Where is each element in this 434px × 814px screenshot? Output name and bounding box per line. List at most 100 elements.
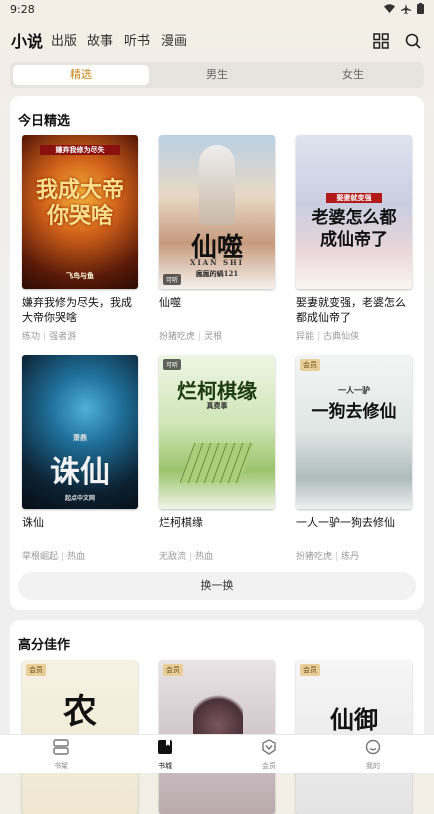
bookshelf-icon: [53, 739, 69, 755]
book-item[interactable]: 仙噬 XIAN SHI 瘋瘋的蝸121 可听 仙噬 扮猪吃虎 | 灵根: [159, 135, 275, 342]
profile-icon: [365, 739, 381, 755]
book-item[interactable]: 娶妻就变强 老婆怎么都成仙帝了 娶妻就变强，老婆怎么都成仙帝了 异能 | 古典仙侠: [296, 135, 412, 342]
status-icons: [384, 3, 424, 14]
book-tag: 热血: [67, 552, 86, 562]
book-tag: 扮猪吃虎: [159, 332, 196, 342]
cover-author: 真费事: [206, 401, 228, 410]
book-cover[interactable]: 嫌弃我修为尽失 我成大帝你哭啥 飞鸟与鱼: [22, 135, 138, 289]
nav-tab-novel[interactable]: 小说: [11, 28, 43, 52]
book-tag: 古典仙侠: [323, 332, 360, 342]
bottom-nav-bookshelf[interactable]: 书架: [31, 739, 91, 771]
tag-divider: |: [43, 332, 47, 342]
bottom-nav: 书架 书城 会员 我的: [0, 734, 434, 773]
book-item[interactable]: 一人一驴 一狗去修仙 会员 一人一驴一狗去修仙 扮猪吃虎 | 练丹: [296, 355, 412, 562]
bottom-nav-label: 书架: [54, 762, 68, 770]
cover-subtitle: XIAN SHI: [190, 258, 244, 267]
book-cover[interactable]: 诛仙 萧鼎 起点中文网: [22, 355, 138, 509]
cover-title: 一狗去修仙: [311, 402, 397, 422]
nav-tab-publish[interactable]: 出版: [51, 30, 77, 49]
tag-divider: |: [189, 552, 193, 562]
book-cover[interactable]: 仙噬 XIAN SHI 瘋瘋的蝸121 可听: [159, 135, 275, 289]
book-item[interactable]: 嫌弃我修为尽失 我成大帝你哭啥 飞鸟与鱼 嫌弃我修为尽失，我成大帝你哭啥 练功 |…: [22, 135, 138, 342]
book-tag: 练丹: [341, 552, 360, 562]
bookstore-icon: [158, 740, 172, 754]
book-title: 嫌弃我修为尽失，我成大帝你哭啥: [22, 296, 132, 324]
search-icon[interactable]: [404, 32, 422, 50]
book-tag: 热血: [195, 552, 214, 562]
book-tag: 无敌流: [159, 552, 187, 562]
cover-title: 仙御: [330, 705, 378, 734]
book-tag: 强者游: [49, 332, 77, 342]
book-title: 仙噬: [159, 296, 181, 309]
cover-subtitle: 一人一驴: [338, 385, 370, 395]
vip-icon: [262, 739, 276, 755]
book-title: 娶妻就变强，老婆怎么都成仙帝了: [296, 296, 406, 324]
book-tags: 草根崛起 | 热血: [22, 549, 138, 562]
refresh-button[interactable]: 换一换: [18, 572, 416, 600]
segment-female[interactable]: 女生: [285, 65, 421, 85]
cover-subtitle: 嫌弃我修为尽失: [40, 145, 120, 155]
bottom-nav-label: 会员: [262, 762, 276, 770]
bottom-nav-label: 我的: [366, 762, 380, 770]
cover-publisher: 起点中文网: [64, 495, 95, 502]
book-title: 一人一驴一狗去修仙: [296, 516, 395, 529]
battery-icon: [417, 3, 424, 14]
book-tags: 无敌流 | 热血: [159, 549, 275, 562]
section-title-high-score: 高分佳作: [18, 638, 71, 653]
vip-badge: 会员: [26, 664, 46, 676]
audio-badge: 可听: [163, 274, 182, 285]
vip-badge: 会员: [163, 664, 183, 676]
nav-tab-story[interactable]: 故事: [87, 30, 113, 49]
book-tags: 扮猪吃虎 | 练丹: [296, 549, 412, 562]
book-tag: 异能: [296, 332, 315, 342]
tag-divider: |: [317, 332, 321, 342]
bottom-nav-label: 书城: [158, 762, 172, 770]
category-icon[interactable]: [372, 32, 390, 50]
book-tag: 练功: [22, 332, 41, 342]
book-cover[interactable]: 烂柯棋缘 真费事 可听: [159, 355, 275, 509]
bottom-nav-mine[interactable]: 我的: [343, 739, 403, 771]
today-picks-card: 今日精选 嫌弃我修为尽失 我成大帝你哭啥 飞鸟与鱼 嫌弃我修为尽失，我成大帝你哭…: [10, 96, 424, 610]
book-tags: 练功 | 强者游: [22, 329, 138, 342]
nav-tab-audio[interactable]: 听书: [124, 30, 150, 49]
vip-badge: 会员: [300, 664, 320, 676]
vip-badge: 会员: [300, 359, 320, 371]
book-tag: 灵根: [204, 332, 223, 342]
cover-title: 诛仙: [50, 455, 110, 490]
book-item[interactable]: 诛仙 萧鼎 起点中文网 诛仙 草根崛起 | 热血: [22, 355, 138, 562]
book-cover[interactable]: 一人一驴 一狗去修仙 会员: [296, 355, 412, 509]
top-nav: 小说 出版 故事 听书 漫画: [0, 30, 434, 58]
section-title-today: 今日精选: [18, 114, 71, 129]
bottom-nav-bookstore[interactable]: 书城: [135, 739, 195, 771]
tag-divider: |: [61, 552, 65, 562]
book-tag: 扮猪吃虎: [296, 552, 333, 562]
segment-male[interactable]: 男生: [149, 65, 285, 85]
tag-divider: |: [198, 332, 202, 342]
tag-divider: |: [335, 552, 339, 562]
status-bar: 9:28: [0, 0, 434, 22]
airplane-icon: [401, 3, 411, 14]
bottom-nav-vip[interactable]: 会员: [239, 739, 299, 771]
cover-subtitle: 娶妻就变强: [326, 193, 382, 203]
wifi-icon: [384, 4, 395, 13]
book-cover[interactable]: 娶妻就变强 老婆怎么都成仙帝了: [296, 135, 412, 289]
cover-title: 烂柯棋缘: [177, 379, 257, 403]
cover-title: 农: [63, 692, 97, 732]
cover-title: 我成大帝你哭啥: [35, 177, 124, 229]
status-time: 9:28: [10, 3, 35, 16]
gender-segment: 精选 男生 女生: [10, 62, 424, 88]
cover-figure: [199, 145, 235, 225]
cover-board: [179, 443, 255, 483]
book-tags: 异能 | 古典仙侠: [296, 329, 412, 342]
book-title: 诛仙: [22, 516, 44, 529]
book-item[interactable]: 烂柯棋缘 真费事 可听 烂柯棋缘 无敌流 | 热血: [159, 355, 275, 562]
book-tags: 扮猪吃虎 | 灵根: [159, 329, 275, 342]
book-title: 烂柯棋缘: [159, 516, 203, 529]
audio-badge: 可听: [163, 359, 182, 370]
cover-title: 老婆怎么都成仙帝了: [311, 208, 397, 250]
segment-featured[interactable]: 精选: [13, 65, 149, 85]
nav-tab-comic[interactable]: 漫画: [161, 30, 187, 49]
book-tag: 草根崛起: [22, 552, 59, 562]
cover-author: 飞鸟与鱼: [66, 271, 94, 280]
cover-author: 萧鼎: [73, 433, 87, 442]
